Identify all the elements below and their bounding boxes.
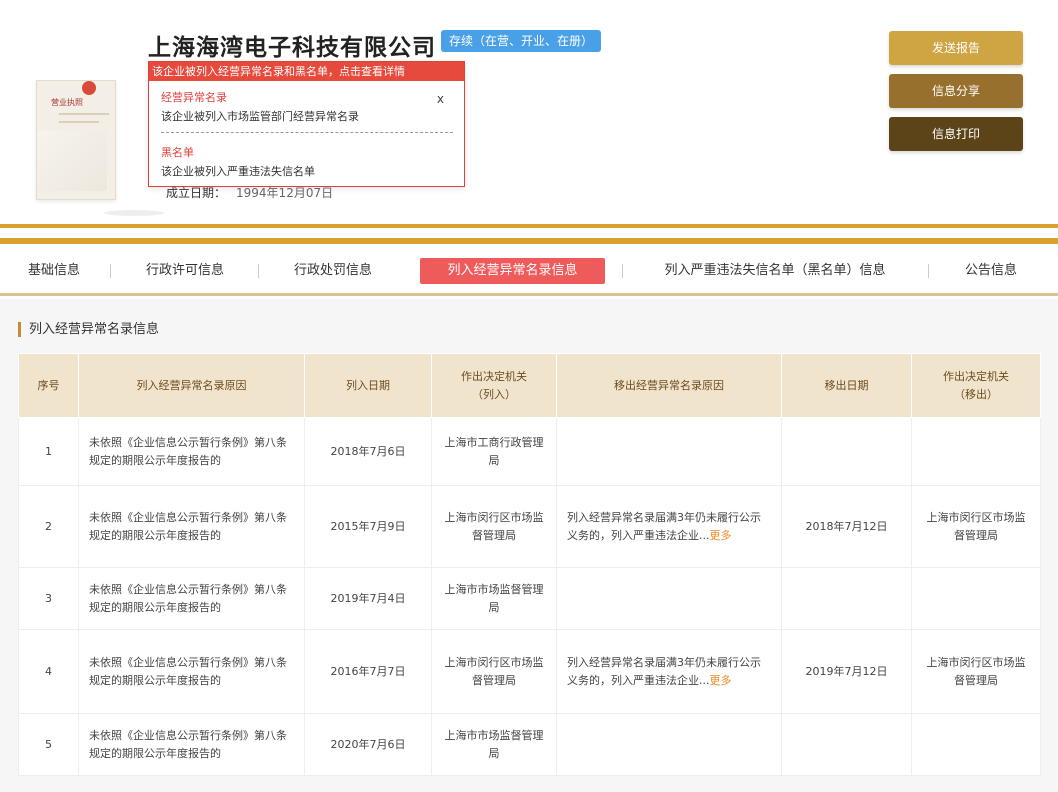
cell-seq: 1 [18,417,79,486]
cell-remove-reason: 列入经营异常名录届满3年仍未履行公示义务的，列入严重违法企业...更多 [556,485,782,568]
cell-date-in: 2020年7月6日 [304,713,432,776]
cell-date-in: 2019年7月4日 [304,567,432,630]
cell-authority-out [911,567,1041,630]
cell-authority-in: 上海市工商行政管理局 [431,417,557,486]
close-icon[interactable]: x [437,92,444,106]
tab-separator [928,264,929,278]
tab-announcements[interactable]: 公告信息 [950,258,1032,284]
abnormal-list-table: 序号 列入经营异常名录原因 列入日期 作出决定机关 （列入） 移出经营异常名录原因… [18,353,1041,776]
col-header-authority-in-line1: 作出决定机关 [461,369,527,383]
cell-date-out [781,713,912,776]
alert-banner[interactable]: 该企业被列入经营异常名录和黑名单，点击查看详情 [149,62,464,81]
cell-date-out [781,417,912,486]
cell-reason: 未依照《企业信息公示暂行条例》第八条规定的期限公示年度报告的 [78,567,305,630]
cell-seq: 5 [18,713,79,776]
col-header-date-in: 列入日期 [304,353,432,418]
cell-authority-out: 上海市闵行区市场监督管理局 [911,485,1041,568]
cell-remove-reason: 列入经营异常名录届满3年仍未履行公示义务的，列入严重违法企业...更多 [556,629,782,714]
remove-reason-text: 列入经营异常名录届满3年仍未履行公示义务的，列入严重违法企业... [567,510,761,542]
cell-remove-reason [556,713,782,776]
share-info-button[interactable]: 信息分享 [889,74,1023,108]
status-badge: 存续（在营、开业、在册） [441,30,602,52]
col-header-authority-out: 作出决定机关 （移出） [911,353,1041,418]
tab-basic-info[interactable]: 基础信息 [14,258,94,284]
table-row: 5 未依照《企业信息公示暂行条例》第八条规定的期限公示年度报告的 2020年7月… [18,713,1041,776]
col-header-reason: 列入经营异常名录原因 [78,353,305,418]
tab-admin-license[interactable]: 行政许可信息 [130,258,240,284]
print-info-button[interactable]: 信息打印 [889,117,1023,151]
col-header-date-out: 移出日期 [781,353,912,418]
more-link[interactable]: 更多 [710,529,732,542]
alert-abnormal-list-title: 经营异常名录 [161,91,227,104]
established-date: 成立日期： 1994年12月07日 [166,184,333,201]
alert-divider [161,132,453,133]
cell-seq: 3 [18,567,79,630]
company-header: 营业执照 上海海湾电子科技有限公司 存续（在营、开业、在册） 该企业被列入经营异… [0,0,1058,226]
tab-abnormal-list[interactable]: 列入经营异常名录信息 [420,258,605,284]
cell-remove-reason [556,567,782,630]
alert-abnormal-list-text: 该企业被列入市场监管部门经营异常名录 [161,110,359,123]
more-link[interactable]: 更多 [710,674,732,687]
table-header-row: 序号 列入经营异常名录原因 列入日期 作出决定机关 （列入） 移出经营异常名录原因… [18,353,1041,418]
tab-blacklist[interactable]: 列入严重违法失信名单（黑名单）信息 [636,258,914,284]
license-paper: 营业执照 [36,80,116,200]
table-row: 1 未依照《企业信息公示暂行条例》第八条规定的期限公示年度报告的 2018年7月… [18,417,1041,486]
cell-reason: 未依照《企业信息公示暂行条例》第八条规定的期限公示年度报告的 [78,629,305,714]
established-date-value: 1994年12月07日 [236,186,334,200]
col-header-seq: 序号 [18,353,79,418]
tab-admin-penalty[interactable]: 行政处罚信息 [276,258,390,284]
cell-seq: 4 [18,629,79,714]
cell-date-in: 2015年7月9日 [304,485,432,568]
cell-reason: 未依照《企业信息公示暂行条例》第八条规定的期限公示年度报告的 [78,713,305,776]
cell-reason: 未依照《企业信息公示暂行条例》第八条规定的期限公示年度报告的 [78,485,305,568]
license-title: 营业执照 [51,98,83,107]
alert-blacklist-text: 该企业被列入严重违法失信名单 [161,165,315,178]
tab-separator [622,264,623,278]
license-shadow [104,210,164,216]
cell-authority-out [911,417,1041,486]
license-text-line [59,113,109,115]
license-blurred-area [37,131,107,191]
alert-blacklist-title: 黑名单 [161,146,194,159]
cell-date-out [781,567,912,630]
license-text-line [59,121,99,123]
col-header-authority-in: 作出决定机关 （列入） [431,353,557,418]
col-header-authority-out-line1: 作出决定机关 [943,369,1009,383]
cell-authority-out: 上海市闵行区市场监督管理局 [911,629,1041,714]
cell-date-in: 2016年7月7日 [304,629,432,714]
send-report-button[interactable]: 发送报告 [889,31,1023,65]
table-row: 3 未依照《企业信息公示暂行条例》第八条规定的期限公示年度报告的 2019年7月… [18,567,1041,630]
col-header-authority-out-line2: （移出） [954,387,998,401]
abnormal-alert-popup[interactable]: 该企业被列入经营异常名录和黑名单，点击查看详情 x 经营异常名录 该企业被列入市… [148,61,465,187]
cell-authority-in: 上海市市场监督管理局 [431,713,557,776]
info-tab-bar: 基础信息 行政许可信息 行政处罚信息 列入经营异常名录信息 列入严重违法失信名单… [0,244,1058,296]
cell-remove-reason [556,417,782,486]
cell-authority-out [911,713,1041,776]
table-row: 4 未依照《企业信息公示暂行条例》第八条规定的期限公示年度报告的 2016年7月… [18,629,1041,714]
cell-reason: 未依照《企业信息公示暂行条例》第八条规定的期限公示年度报告的 [78,417,305,486]
cell-seq: 2 [18,485,79,568]
company-name: 上海海湾电子科技有限公司 [148,35,436,61]
cell-date-out: 2018年7月12日 [781,485,912,568]
divider-gap [0,228,1058,238]
cell-date-out: 2019年7月12日 [781,629,912,714]
col-header-remove-reason: 移出经营异常名录原因 [556,353,782,418]
cell-date-in: 2018年7月6日 [304,417,432,486]
remove-reason-text: 列入经营异常名录届满3年仍未履行公示义务的，列入严重违法企业... [567,655,761,687]
cell-authority-in: 上海市闵行区市场监督管理局 [431,629,557,714]
tab-separator [258,264,259,278]
tab-separator [110,264,111,278]
business-license-image: 营业执照 [26,70,164,220]
established-date-label: 成立日期： [166,186,227,200]
section-title: 列入经营异常名录信息 [18,322,159,337]
cell-authority-in: 上海市闵行区市场监督管理局 [431,485,557,568]
cell-authority-in: 上海市市场监督管理局 [431,567,557,630]
table-row: 2 未依照《企业信息公示暂行条例》第八条规定的期限公示年度报告的 2015年7月… [18,485,1041,568]
national-emblem-icon [82,81,96,95]
col-header-authority-in-line2: （列入） [472,387,516,401]
